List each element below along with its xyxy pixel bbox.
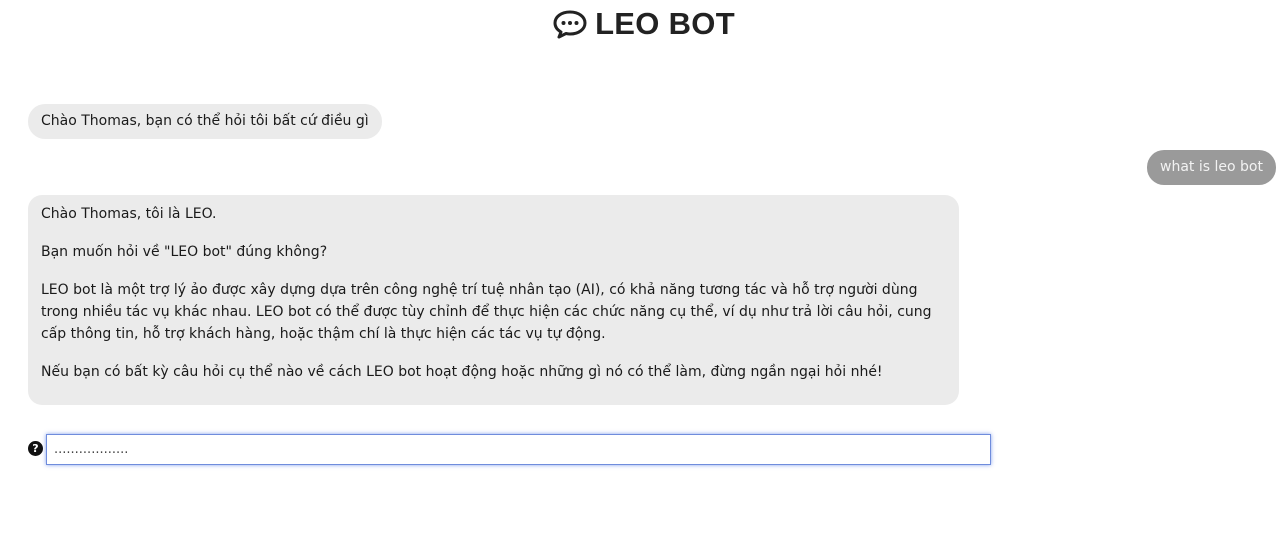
answer-paragraph-3: LEO bot là một trợ lý ảo được xây dựng d… bbox=[41, 282, 932, 342]
answer-paragraph-4: Nếu bạn có bất kỳ câu hỏi cụ thể nào về … bbox=[41, 364, 883, 380]
page-title: LEO BOT bbox=[595, 6, 735, 41]
answer-paragraph-1: Chào Thomas, tôi là LEO. bbox=[41, 206, 217, 222]
question-circle-icon[interactable]: ? bbox=[28, 441, 43, 456]
user-message: what is leo bot bbox=[1147, 150, 1276, 185]
answer-paragraph-2: Bạn muốn hỏi về "LEO bot" đúng không? bbox=[41, 244, 328, 260]
bot-greeting-message: Chào Thomas, bạn có thể hỏi tôi bất cứ đ… bbox=[28, 104, 382, 139]
page-header: LEO BOT bbox=[0, 6, 1288, 42]
chat-input[interactable] bbox=[46, 434, 991, 465]
bot-answer-message: Chào Thomas, tôi là LEO. Bạn muốn hỏi về… bbox=[28, 195, 959, 405]
chat-bubble-icon bbox=[553, 10, 587, 39]
